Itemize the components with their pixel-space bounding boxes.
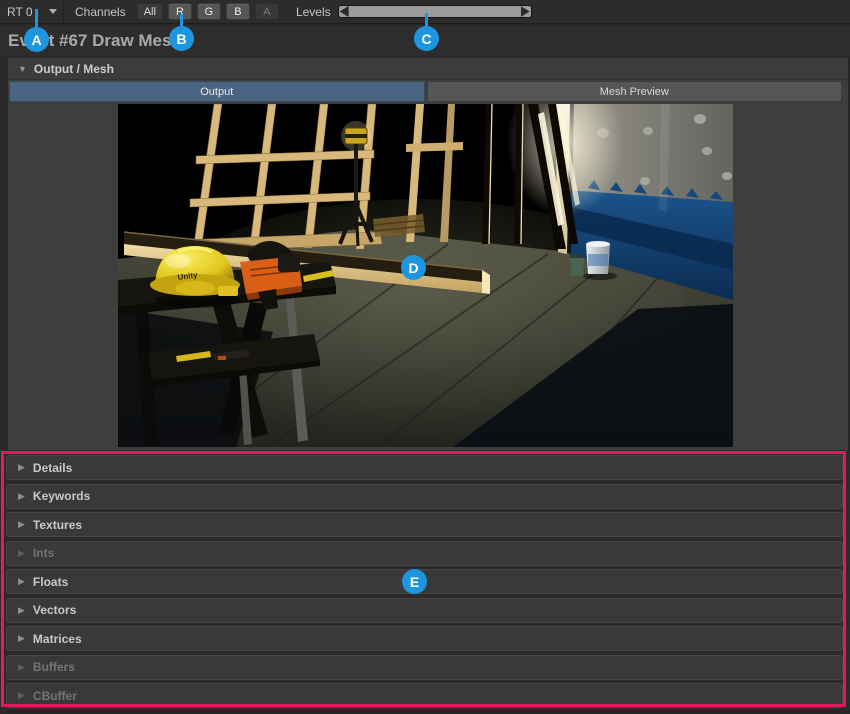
foldout-closed-icon: ▶ — [18, 491, 25, 502]
annotation-badge-d: D — [401, 255, 426, 280]
foldout-closed-icon: ▶ — [18, 576, 25, 587]
foldout-textures[interactable]: ▶ Textures — [6, 512, 843, 537]
channel-all-button[interactable]: All — [137, 3, 163, 20]
foldout-closed-icon: ▶ — [18, 519, 25, 530]
levels-minmax-slider[interactable] — [338, 5, 532, 18]
foldout-closed-icon: ▶ — [18, 548, 25, 559]
foldout-closed-icon: ▶ — [18, 633, 25, 644]
annotation-badge-b: B — [169, 26, 194, 51]
foldout-closed-icon: ▶ — [18, 462, 25, 473]
foldout-cbuffer: ▶ CBuffer — [6, 683, 843, 708]
render-target-preview: Unity — [118, 104, 733, 447]
construction-scene-image: Unity — [118, 104, 733, 447]
foldout-details[interactable]: ▶ Details — [6, 455, 843, 480]
output-mesh-panel: ▼ Output / Mesh Output Mesh Preview — [7, 57, 849, 451]
channels-label: Channels — [75, 5, 126, 19]
channel-b-button[interactable]: B — [226, 3, 250, 20]
foldout-open-icon: ▼ — [18, 64, 27, 74]
foldout-keywords[interactable]: ▶ Keywords — [6, 484, 843, 509]
foldout-closed-icon: ▶ — [18, 662, 25, 673]
chevron-down-icon — [49, 9, 57, 14]
output-mesh-foldout[interactable]: ▼ Output / Mesh — [8, 58, 848, 80]
foldout-closed-icon: ▶ — [18, 690, 25, 701]
levels-min-handle[interactable] — [340, 6, 349, 17]
foldout-ints: ▶ Ints — [6, 541, 843, 566]
badge-a-stem — [35, 9, 38, 29]
levels-label: Levels — [296, 5, 331, 19]
annotation-badge-c: C — [414, 26, 439, 51]
foldout-buffers: ▶ Buffers — [6, 655, 843, 680]
render-target-dropdown[interactable]: RT 0 — [0, 0, 64, 24]
output-mesh-label: Output / Mesh — [34, 62, 114, 76]
channel-a-button: A — [255, 3, 279, 20]
tab-mesh-preview[interactable]: Mesh Preview — [427, 81, 843, 102]
foldout-closed-icon: ▶ — [18, 605, 25, 616]
render-target-value: RT 0 — [7, 5, 33, 19]
levels-max-handle[interactable] — [521, 6, 530, 17]
annotation-badge-a: A — [24, 27, 49, 52]
channel-g-button[interactable]: G — [197, 3, 221, 20]
channel-buttons: All R G B A — [137, 3, 279, 20]
preview-tabs: Output Mesh Preview — [9, 81, 842, 102]
foldout-vectors[interactable]: ▶ Vectors — [6, 598, 843, 623]
foldout-matrices[interactable]: ▶ Matrices — [6, 626, 843, 651]
annotation-badge-e: E — [402, 569, 427, 594]
tab-output[interactable]: Output — [9, 81, 425, 102]
